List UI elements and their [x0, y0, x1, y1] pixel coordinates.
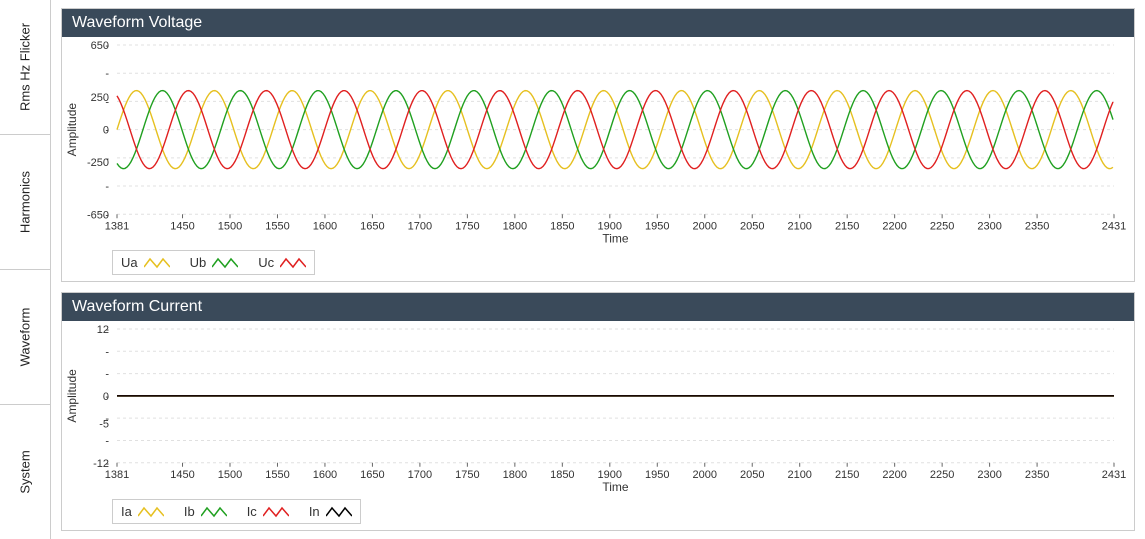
sidebar-tab-harmonics[interactable]: Harmonics	[0, 135, 50, 270]
svg-text:1381: 1381	[105, 220, 129, 232]
legend-label: In	[309, 504, 320, 519]
svg-text:2050: 2050	[740, 469, 764, 481]
svg-text:-: -	[105, 181, 109, 193]
svg-text:1500: 1500	[218, 469, 242, 481]
svg-text:1550: 1550	[265, 220, 289, 232]
wave-icon	[263, 506, 289, 518]
svg-text:2431: 2431	[1102, 220, 1126, 232]
svg-text:-: -	[105, 436, 109, 448]
svg-text:1850: 1850	[550, 469, 574, 481]
svg-text:1381: 1381	[105, 469, 129, 481]
svg-text:2350: 2350	[1025, 220, 1049, 232]
panel-voltage: Waveform Voltage --------650-25002506501…	[61, 8, 1135, 282]
sidebar-tab-label: Rms Hz Flicker	[18, 23, 33, 111]
svg-text:Time: Time	[602, 480, 629, 494]
wave-icon	[144, 257, 170, 269]
sidebar-tab-label: System	[18, 450, 33, 493]
svg-text:2200: 2200	[882, 469, 906, 481]
svg-text:2300: 2300	[977, 220, 1001, 232]
svg-text:1450: 1450	[170, 469, 194, 481]
sidebar: Rms Hz Flicker Harmonics Waveform System	[0, 0, 51, 539]
svg-text:1600: 1600	[313, 469, 337, 481]
svg-text:2150: 2150	[835, 469, 859, 481]
svg-text:2250: 2250	[930, 469, 954, 481]
legend-label: Uc	[258, 255, 274, 270]
svg-text:650: 650	[91, 40, 109, 52]
svg-text:0: 0	[103, 125, 109, 137]
svg-text:1850: 1850	[550, 220, 574, 232]
panel-title-voltage: Waveform Voltage	[62, 9, 1134, 37]
sidebar-tab-label: Harmonics	[18, 171, 33, 233]
sidebar-tab-label: Waveform	[18, 308, 33, 367]
main-content: Waveform Voltage --------650-25002506501…	[51, 0, 1145, 539]
svg-text:Amplitude: Amplitude	[65, 103, 79, 157]
svg-text:1800: 1800	[503, 469, 527, 481]
svg-text:1650: 1650	[360, 469, 384, 481]
svg-text:-: -	[105, 369, 109, 381]
svg-text:250: 250	[91, 92, 109, 104]
legend-label: Ib	[184, 504, 195, 519]
svg-text:2250: 2250	[930, 220, 954, 232]
svg-text:2200: 2200	[882, 220, 906, 232]
svg-text:Time: Time	[602, 231, 629, 245]
svg-text:2100: 2100	[787, 220, 811, 232]
svg-text:1800: 1800	[503, 220, 527, 232]
svg-text:2000: 2000	[693, 220, 717, 232]
svg-text:1950: 1950	[645, 220, 669, 232]
svg-text:-: -	[105, 68, 109, 80]
svg-text:2100: 2100	[787, 469, 811, 481]
wave-icon	[326, 506, 352, 518]
wave-icon	[201, 506, 227, 518]
legend-label: Ic	[247, 504, 257, 519]
chart-current[interactable]: --------12-50121381145015001550160016501…	[62, 321, 1134, 495]
legend-item-ub[interactable]: Ub	[190, 255, 239, 270]
sidebar-tab-system[interactable]: System	[0, 405, 50, 539]
legend-item-ua[interactable]: Ua	[121, 255, 170, 270]
legend-item-ib[interactable]: Ib	[184, 504, 227, 519]
legend-voltage: Ua Ub Uc	[112, 250, 315, 275]
svg-text:2000: 2000	[693, 469, 717, 481]
legend-current: Ia Ib Ic In	[112, 499, 361, 524]
svg-text:-: -	[105, 347, 109, 359]
svg-text:1700: 1700	[408, 469, 432, 481]
svg-text:1500: 1500	[218, 220, 242, 232]
panel-title-current: Waveform Current	[62, 293, 1134, 321]
svg-text:1550: 1550	[265, 469, 289, 481]
chart-voltage[interactable]: --------650-2500250650138114501500155016…	[62, 37, 1134, 246]
sidebar-tab-rms[interactable]: Rms Hz Flicker	[0, 0, 50, 135]
wave-icon	[138, 506, 164, 518]
svg-text:2431: 2431	[1102, 469, 1126, 481]
panel-current: Waveform Current --------12-501213811450…	[61, 292, 1135, 531]
svg-text:1750: 1750	[455, 220, 479, 232]
svg-text:1450: 1450	[170, 220, 194, 232]
svg-text:1950: 1950	[645, 469, 669, 481]
svg-text:2300: 2300	[977, 469, 1001, 481]
app-root: Rms Hz Flicker Harmonics Waveform System…	[0, 0, 1145, 539]
svg-text:1700: 1700	[408, 220, 432, 232]
legend-label: Ia	[121, 504, 132, 519]
svg-text:2150: 2150	[835, 220, 859, 232]
svg-text:2350: 2350	[1025, 469, 1049, 481]
svg-text:2050: 2050	[740, 220, 764, 232]
sidebar-tab-waveform[interactable]: Waveform	[0, 270, 50, 405]
svg-text:12: 12	[97, 324, 109, 336]
legend-label: Ub	[190, 255, 207, 270]
wave-icon	[212, 257, 238, 269]
svg-text:-5: -5	[99, 419, 109, 431]
legend-item-ic[interactable]: Ic	[247, 504, 289, 519]
legend-item-ia[interactable]: Ia	[121, 504, 164, 519]
svg-text:-250: -250	[87, 157, 109, 169]
svg-text:0: 0	[103, 391, 109, 403]
svg-text:1750: 1750	[455, 469, 479, 481]
svg-text:Amplitude: Amplitude	[65, 369, 79, 423]
legend-item-in[interactable]: In	[309, 504, 352, 519]
wave-icon	[280, 257, 306, 269]
legend-item-uc[interactable]: Uc	[258, 255, 306, 270]
legend-label: Ua	[121, 255, 138, 270]
svg-text:1650: 1650	[360, 220, 384, 232]
svg-text:1600: 1600	[313, 220, 337, 232]
